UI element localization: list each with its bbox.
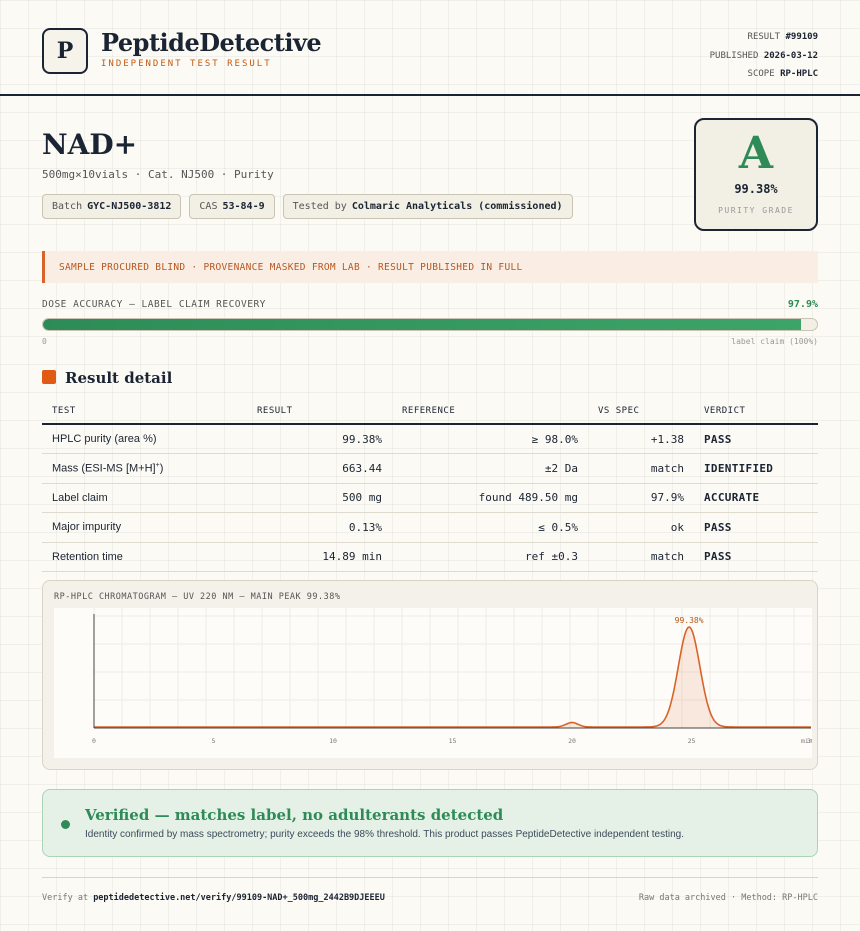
col-header-verdict: VERDICT bbox=[694, 398, 818, 425]
dose-progress-bar bbox=[42, 318, 818, 331]
verified-status-icon bbox=[61, 820, 70, 829]
chromatogram-card: RP-HPLC CHROMATOGRAM — UV 220 NM — MAIN … bbox=[42, 580, 818, 770]
cell-result: 0.13% bbox=[247, 512, 392, 543]
cell-verdict: IDENTIFIED bbox=[694, 453, 818, 484]
meta-result: RESULT #99109 bbox=[747, 32, 818, 42]
meta-published: PUBLISHED 2026-03-12 bbox=[709, 50, 818, 61]
dose-accuracy-percent: 97.9% bbox=[787, 299, 818, 310]
cas-chip: CAS 53-84-9 bbox=[189, 194, 275, 219]
cell-vs-spec: match bbox=[588, 542, 694, 572]
x-axis-unit: min bbox=[801, 737, 812, 745]
cell-result: 99.38% bbox=[247, 424, 392, 454]
product-subtitle: 500mg×10vials · Cat. NJ500 · Purity bbox=[42, 168, 274, 181]
provenance-banner: SAMPLE PROCURED BLIND · PROVENANCE MASKE… bbox=[42, 251, 818, 283]
results-table: TEST RESULT REFERENCE VS SPEC VERDICT HP… bbox=[42, 398, 818, 572]
cell-reference: found 489.50 mg bbox=[392, 483, 588, 513]
cell-vs-spec: +1.38 bbox=[588, 424, 694, 454]
cell-test: HPLC purity (area %) bbox=[42, 424, 247, 454]
col-header-result: RESULT bbox=[247, 398, 392, 425]
cell-reference: ≥ 98.0% bbox=[392, 424, 588, 454]
cell-test: Mass (ESI-MS [M+H]+) bbox=[42, 453, 247, 484]
table-row: Mass (ESI-MS [M+H]+) 663.44 ±2 Da match … bbox=[42, 453, 818, 484]
logo-icon: P bbox=[42, 28, 88, 74]
chromatogram-plot-area: 051015202530min99.38% bbox=[54, 608, 815, 758]
cell-verdict: PASS bbox=[694, 542, 818, 572]
report-meta: RESULT #99109 PUBLISHED 2026-03-12 SCOPE… bbox=[710, 28, 818, 84]
x-tick-label: 5 bbox=[212, 737, 216, 745]
verified-description: Identity confirmed by mass spectrometry;… bbox=[85, 829, 685, 840]
product-chips: Batch GYC-NJ500-3812 CAS 53-84-9 Tested by… bbox=[42, 194, 573, 219]
batch-chip: Batch GYC-NJ500-3812 bbox=[42, 194, 182, 219]
chromatogram-area bbox=[94, 627, 811, 728]
cell-test: Label claim bbox=[42, 483, 247, 513]
grade-letter: A bbox=[738, 128, 774, 179]
dose-bar-min-label: 0 bbox=[42, 337, 47, 346]
col-header-reference: REFERENCE bbox=[392, 398, 588, 425]
x-tick-label: 10 bbox=[329, 737, 337, 745]
brand-tagline: INDEPENDENT TEST RESULT bbox=[101, 59, 272, 69]
cell-test: Retention time bbox=[42, 542, 247, 572]
cell-verdict: ACCURATE bbox=[694, 483, 818, 513]
cell-test: Major impurity bbox=[42, 512, 247, 543]
cell-reference: ≤ 0.5% bbox=[392, 512, 588, 543]
report-header: P PeptideDetective INDEPENDENT TEST RESU… bbox=[0, 0, 860, 96]
col-header-vs-spec: VS SPEC bbox=[588, 398, 694, 425]
table-row: Retention time 14.89 min ref ±0.3 match … bbox=[42, 542, 818, 572]
cell-result: 500 mg bbox=[247, 483, 392, 513]
cell-vs-spec: ok bbox=[588, 512, 694, 543]
dose-progress-fill bbox=[43, 319, 801, 330]
verified-title: Verified — matches label, no adulterants… bbox=[85, 806, 504, 824]
x-tick-label: 0 bbox=[92, 737, 96, 745]
x-tick-label: 25 bbox=[688, 737, 696, 745]
col-header-test: TEST bbox=[42, 398, 247, 425]
footer-verify: Verify at peptidedetective.net/verify/99… bbox=[42, 893, 385, 903]
cell-result: 663.44 bbox=[247, 453, 392, 484]
tested-by-chip: Tested by Colmaric Analyticals (commissio… bbox=[282, 194, 573, 219]
cell-verdict: PASS bbox=[694, 424, 818, 454]
table-row: Label claim 500 mg found 489.50 mg 97.9%… bbox=[42, 483, 818, 513]
verified-box: Verified — matches label, no adulterants… bbox=[42, 789, 818, 857]
result-detail-title: Result detail bbox=[65, 369, 173, 387]
chromatogram-svg: 051015202530min99.38% bbox=[92, 608, 815, 745]
chromatogram-title: RP-HPLC CHROMATOGRAM — UV 220 NM — MAIN … bbox=[54, 592, 341, 602]
cell-vs-spec: 97.9% bbox=[588, 483, 694, 513]
cell-result: 14.89 min bbox=[247, 542, 392, 572]
x-tick-label: 20 bbox=[568, 737, 576, 745]
cell-reference: ref ±0.3 bbox=[392, 542, 588, 572]
table-row: Major impurity 0.13% ≤ 0.5% ok PASS bbox=[42, 512, 818, 543]
meta-scope: SCOPE RP-HPLC bbox=[747, 69, 818, 79]
cell-reference: ±2 Da bbox=[392, 453, 588, 484]
verify-link[interactable]: peptidedetective.net/verify/99109-NAD+_5… bbox=[93, 893, 385, 903]
grade-label: PURITY GRADE bbox=[718, 206, 794, 215]
section-marker-icon bbox=[42, 370, 56, 384]
x-tick-label: 15 bbox=[449, 737, 457, 745]
cell-vs-spec: match bbox=[588, 453, 694, 484]
footer-divider bbox=[42, 877, 818, 878]
table-header-row: TEST RESULT REFERENCE VS SPEC VERDICT bbox=[42, 398, 818, 425]
peak-label: 99.38% bbox=[675, 616, 704, 625]
brand-name: PeptideDetective bbox=[101, 28, 322, 57]
cell-verdict: PASS bbox=[694, 512, 818, 543]
purity-grade-card: A 99.38% PURITY GRADE bbox=[694, 118, 818, 231]
footer-method: Raw data archived · Method: RP-HPLC bbox=[638, 893, 818, 903]
table-row: HPLC purity (area %) 99.38% ≥ 98.0% +1.3… bbox=[42, 424, 818, 454]
grade-value: 99.38% bbox=[734, 182, 778, 196]
dose-accuracy-label: DOSE ACCURACY — LABEL CLAIM RECOVERY bbox=[42, 299, 266, 310]
dose-bar-max-label: label claim (100%) bbox=[731, 337, 818, 346]
product-name: NAD+ bbox=[42, 128, 138, 161]
